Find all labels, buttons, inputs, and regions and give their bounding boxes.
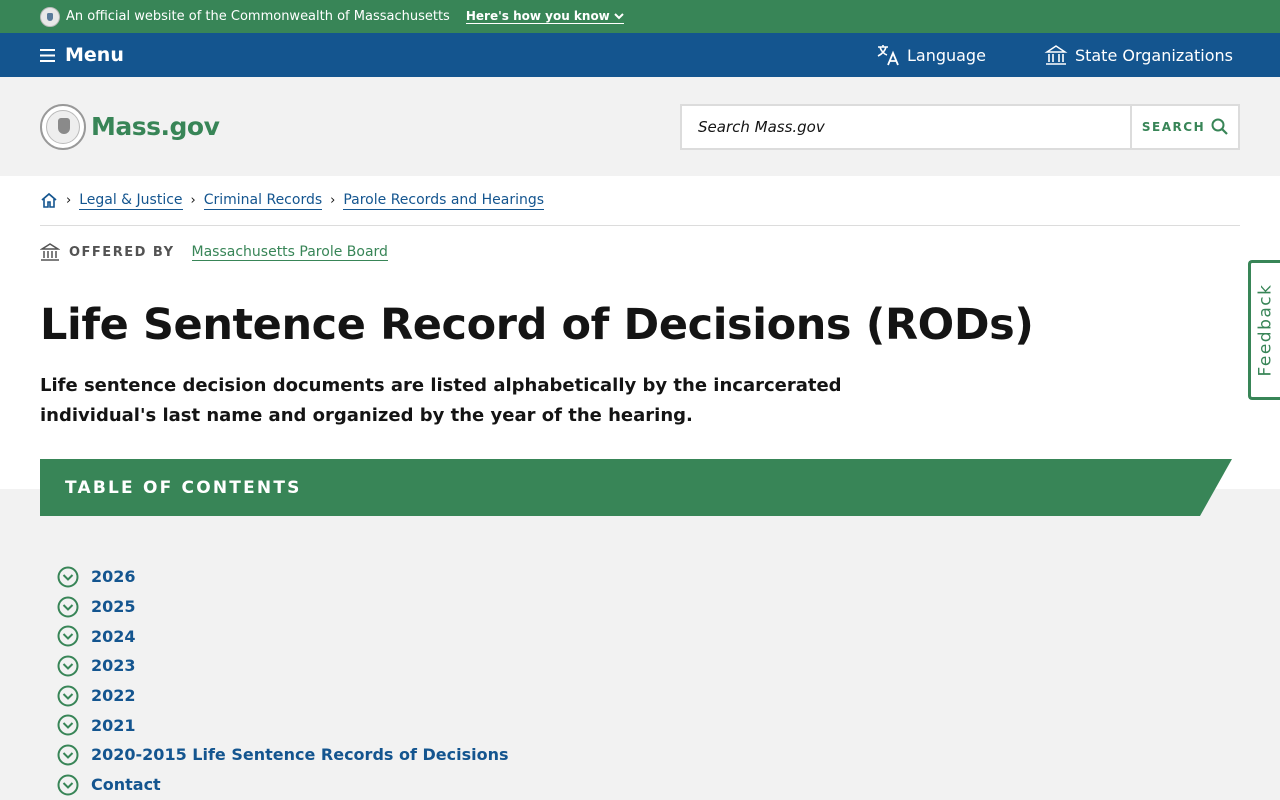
state-seal-icon	[40, 6, 60, 27]
offered-by-org-link[interactable]: Massachusetts Parole Board	[191, 244, 388, 261]
toc-link[interactable]: 2021	[91, 716, 136, 735]
toc-link[interactable]: 2024	[91, 627, 136, 646]
breadcrumb-home[interactable]	[40, 192, 58, 213]
chevron-circle-down-icon	[57, 685, 79, 707]
search-form: SEARCH	[680, 103, 1240, 150]
search-button[interactable]: SEARCH	[1130, 105, 1238, 148]
offered-by: OFFERED BY Massachusetts Parole Board	[40, 242, 388, 262]
building-icon	[40, 243, 60, 261]
logo-wordmark: Mass.gov	[91, 112, 220, 141]
language-button[interactable]: Language	[876, 44, 986, 66]
search-input[interactable]	[682, 105, 1130, 148]
toc-item[interactable]: 2021	[57, 710, 509, 740]
breadcrumb-legal-justice[interactable]: Legal & Justice	[79, 192, 183, 210]
toc-item[interactable]: 2022	[57, 681, 509, 711]
toc-item[interactable]: 2023	[57, 651, 509, 681]
toc-link[interactable]: 2026	[91, 567, 136, 586]
hamburger-icon	[40, 48, 55, 62]
toc-link[interactable]: 2022	[91, 686, 136, 705]
chevron-circle-down-icon	[57, 596, 79, 618]
chevron-right-icon: ›	[190, 193, 196, 208]
toc-list: 2026 2025 2024 2023 2022 2021 2020-2015 …	[57, 562, 509, 800]
toc-link[interactable]: Contact	[91, 775, 161, 794]
toc-link[interactable]: 2020-2015 Life Sentence Records of Decis…	[91, 745, 509, 764]
state-organizations-button[interactable]: State Organizations	[1044, 44, 1233, 66]
toc-link[interactable]: 2023	[91, 656, 136, 675]
chevron-circle-down-icon	[57, 714, 79, 736]
chevron-circle-down-icon	[57, 774, 79, 796]
main-content: › Legal & Justice › Criminal Records › P…	[0, 176, 1280, 489]
language-label: Language	[906, 45, 986, 65]
feedback-label: Feedback	[1255, 283, 1276, 377]
building-icon	[1044, 45, 1068, 65]
how-link-label: Here's how you know	[465, 9, 610, 23]
translate-icon	[877, 45, 899, 66]
official-banner: An official website of the Commonwealth …	[0, 0, 1280, 33]
breadcrumb-parole-records[interactable]: Parole Records and Hearings	[343, 192, 545, 210]
heres-how-you-know-link[interactable]: Here's how you know	[465, 9, 624, 24]
state-seal-icon	[40, 103, 86, 150]
state-organizations-label: State Organizations	[1074, 45, 1233, 65]
toc-heading-label: TABLE OF CONTENTS	[65, 477, 302, 498]
chevron-right-icon: ›	[330, 193, 336, 208]
site-header: Mass.gov SEARCH	[0, 77, 1280, 176]
mass-gov-logo[interactable]: Mass.gov	[40, 103, 220, 150]
page-lede: Life sentence decision documents are lis…	[40, 375, 842, 426]
menu-button[interactable]: Menu	[40, 44, 124, 66]
utility-nav: Menu Language State Organizations	[0, 33, 1280, 77]
chevron-down-icon	[614, 13, 624, 20]
chevron-circle-down-icon	[57, 655, 79, 677]
toc-item[interactable]: 2024	[57, 621, 509, 651]
menu-label: Menu	[65, 44, 124, 66]
toc-link[interactable]: 2025	[91, 597, 136, 616]
chevron-circle-down-icon	[57, 566, 79, 588]
breadcrumb-criminal-records[interactable]: Criminal Records	[203, 192, 323, 210]
toc-item[interactable]: Contact	[57, 770, 509, 800]
chevron-circle-down-icon	[57, 625, 79, 647]
chevron-circle-down-icon	[57, 744, 79, 766]
official-banner-text: An official website of the Commonwealth …	[66, 9, 450, 24]
feedback-tab[interactable]: Feedback	[1248, 260, 1280, 400]
page-title: Life Sentence Record of Decisions (RODs)	[40, 300, 1034, 350]
search-icon	[1211, 118, 1228, 135]
toc-heading: TABLE OF CONTENTS	[40, 459, 1232, 516]
offered-by-label: OFFERED BY	[69, 244, 175, 260]
toc-item[interactable]: 2026	[57, 562, 509, 592]
toc-item[interactable]: 2020-2015 Life Sentence Records of Decis…	[57, 740, 509, 770]
home-icon	[41, 192, 57, 208]
search-button-label: SEARCH	[1141, 119, 1206, 134]
breadcrumb: › Legal & Justice › Criminal Records › P…	[40, 192, 1240, 226]
toc-item[interactable]: 2025	[57, 592, 509, 622]
chevron-right-icon: ›	[66, 193, 72, 208]
